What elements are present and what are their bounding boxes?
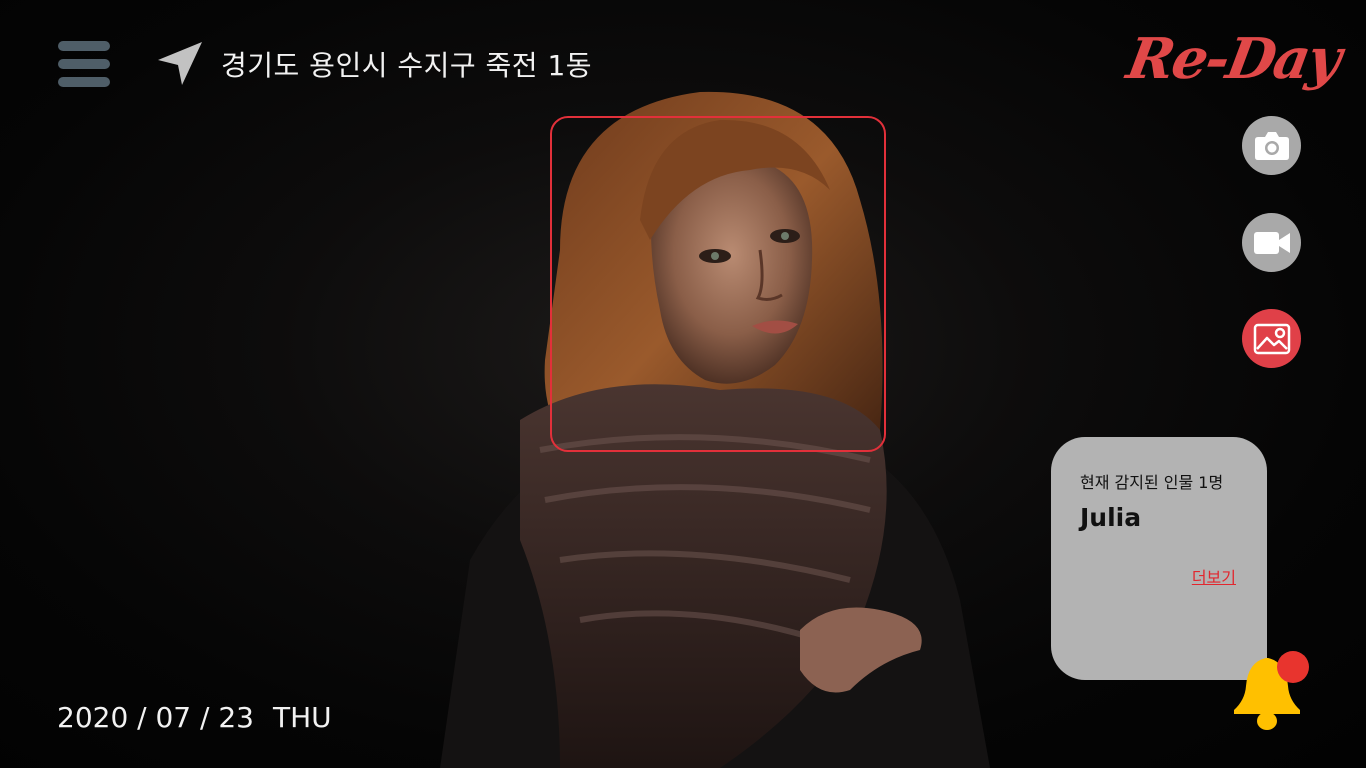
app-logo: Re-Day xyxy=(1122,26,1345,92)
current-day: THU xyxy=(273,701,332,734)
menu-bar xyxy=(58,41,110,51)
camera-icon xyxy=(1254,131,1289,160)
more-link[interactable]: 더보기 xyxy=(1192,564,1236,588)
menu-bar xyxy=(58,59,110,69)
notification-bell-icon[interactable] xyxy=(1228,648,1314,734)
photo-capture-button[interactable] xyxy=(1242,116,1301,175)
video-camera-icon xyxy=(1253,231,1290,254)
menu-bar xyxy=(58,77,110,87)
detected-count-label: 현재 감지된 인물 1명 xyxy=(1080,473,1224,492)
navigation-arrow-icon xyxy=(158,42,202,85)
current-location: 경기도 용인시 수지구 죽전 1동 xyxy=(221,49,593,82)
gallery-button[interactable] xyxy=(1242,309,1301,368)
face-detection-frame xyxy=(550,116,886,452)
video-record-button[interactable] xyxy=(1242,213,1301,272)
detection-panel: 현재 감지된 인물 1명 Julia 더보기 xyxy=(1051,437,1267,680)
hamburger-menu-icon[interactable] xyxy=(58,41,110,87)
current-date: 2020 / 07 / 23 xyxy=(57,701,254,734)
image-gallery-icon xyxy=(1253,323,1290,354)
camera-screen: 경기도 용인시 수지구 죽전 1동 Re-Day 현재 감지된 인물 1명 Ju… xyxy=(0,0,1366,768)
detected-person-name: Julia xyxy=(1080,503,1142,532)
